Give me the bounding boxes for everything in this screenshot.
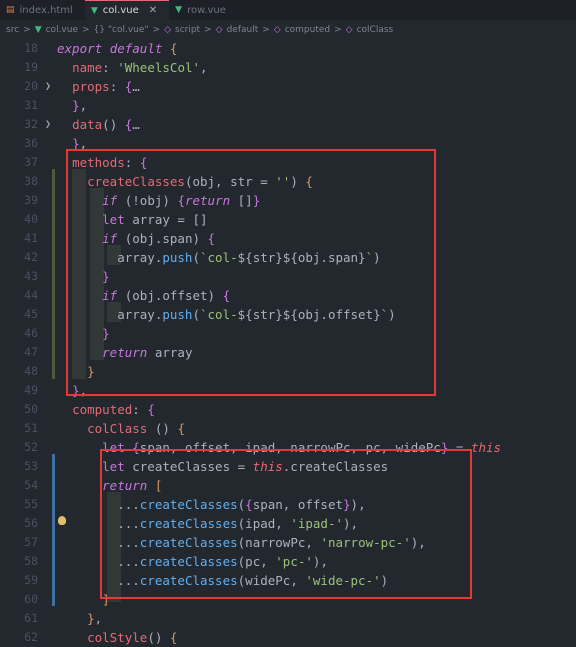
- tab-row-vue[interactable]: ▼ row.vue: [169, 0, 238, 20]
- chevron-right-icon: >: [262, 24, 270, 35]
- code-text: colClass () {: [87, 421, 185, 436]
- tab-index-html[interactable]: ▤ index.html: [0, 0, 85, 20]
- close-icon[interactable]: ✕: [149, 5, 157, 16]
- tab-bar: ▤ index.html ▼ col.vue ✕ ▼ row.vue: [0, 0, 576, 20]
- code-editor[interactable]: 18 export default { 19 name: 'WheelsCol',…: [0, 39, 576, 645]
- chevron-right-icon[interactable]: ❯: [45, 115, 51, 134]
- breadcrumb-item[interactable]: default: [227, 25, 259, 35]
- code-line: 19 name: 'WheelsCol',: [24, 60, 208, 75]
- code-text: data() {…: [72, 117, 140, 132]
- tab-label: col.vue: [102, 5, 139, 16]
- code-text: name: 'WheelsCol',: [72, 60, 208, 75]
- code-line: 31 },: [24, 98, 88, 113]
- vue-file-icon: ▼: [90, 5, 98, 16]
- code-text: },: [72, 98, 88, 113]
- code-line: 20 ❯ props: {…: [24, 77, 140, 96]
- vue-file-icon: ▼: [34, 24, 42, 35]
- code-line: 61 },: [24, 611, 103, 626]
- code-text: computed: {: [72, 402, 155, 417]
- breadcrumb-item[interactable]: src: [6, 25, 19, 35]
- highlight-box-return-array: [100, 449, 472, 599]
- chevron-right-icon: >: [204, 24, 212, 35]
- code-line: 32 ❯ data() {…: [24, 115, 140, 134]
- chevron-right-icon: >: [82, 24, 90, 35]
- chevron-right-icon: >: [23, 24, 31, 35]
- breadcrumb-item[interactable]: script: [175, 25, 200, 35]
- code-text: },: [87, 611, 103, 626]
- code-line: 62 colStyle() {: [24, 630, 178, 645]
- breadcrumb: src > ▼ col.vue > {} "col.vue" > ◇ scrip…: [0, 20, 576, 39]
- code-text: export default {: [57, 41, 178, 56]
- chevron-right-icon: >: [334, 24, 342, 35]
- symbol-icon: ◇: [164, 24, 171, 35]
- code-text: props: {…: [72, 79, 140, 94]
- code-text: colStyle() {: [87, 630, 178, 645]
- chevron-right-icon: >: [152, 24, 161, 35]
- symbol-icon: ◇: [215, 24, 223, 35]
- code-line: 50 computed: {: [24, 402, 155, 417]
- breadcrumb-item[interactable]: col.vue: [46, 25, 78, 35]
- highlight-box-methods: [66, 149, 436, 396]
- chevron-right-icon[interactable]: ❯: [45, 77, 51, 96]
- tab-col-vue[interactable]: ▼ col.vue ✕: [84, 0, 170, 20]
- symbol-icon: ◇: [345, 24, 353, 35]
- breadcrumb-item[interactable]: computed: [285, 25, 330, 35]
- code-line: 51 colClass () {: [24, 421, 185, 436]
- code-line: 18 export default {: [24, 41, 178, 56]
- breadcrumb-item[interactable]: colClass: [357, 25, 394, 35]
- html-file-icon: ▤: [6, 5, 15, 15]
- breadcrumb-item[interactable]: {} "col.vue": [94, 25, 149, 35]
- tab-label: row.vue: [187, 4, 226, 16]
- vue-file-icon: ▼: [175, 5, 183, 15]
- tab-label: index.html: [19, 4, 73, 16]
- symbol-icon: ◇: [273, 24, 281, 35]
